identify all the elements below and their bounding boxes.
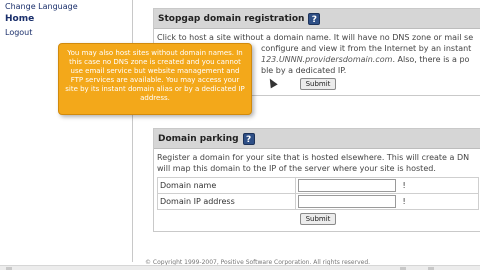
status-strip bbox=[0, 265, 480, 270]
stopgap-text-line1: Click to host a site without a domain na… bbox=[157, 33, 474, 42]
footer: © Copyright 1999-2007, Positive Software… bbox=[0, 258, 480, 270]
sidebar-item-change-language[interactable]: Change Language bbox=[0, 0, 132, 13]
stopgap-url: 123.UNNN.providersdomain.com bbox=[261, 55, 393, 64]
help-icon[interactable]: ? bbox=[242, 132, 255, 145]
parking-submit-row: Submit bbox=[157, 213, 479, 225]
parking-panel: Domain parking ? Register a domain for y… bbox=[153, 128, 480, 232]
required-mark: ! bbox=[402, 181, 406, 190]
stopgap-title: Stopgap domain registration bbox=[158, 13, 305, 24]
domain-ip-cell: ! bbox=[295, 193, 479, 210]
domain-ip-label: Domain IP address bbox=[157, 193, 296, 210]
main-content: Stopgap domain registration ? Click to h… bbox=[134, 0, 480, 258]
sidebar-item-logout[interactable]: Logout bbox=[0, 26, 132, 39]
domain-name-label: Domain name bbox=[157, 177, 296, 194]
parking-form: Domain name ! Domain IP address ! bbox=[157, 177, 479, 210]
stopgap-submit-button[interactable]: Submit bbox=[299, 78, 337, 90]
domain-name-cell: ! bbox=[295, 177, 479, 194]
stopgap-header: Stopgap domain registration ? bbox=[154, 9, 480, 29]
parking-submit-button[interactable]: Submit bbox=[299, 213, 337, 225]
parking-title: Domain parking bbox=[158, 133, 239, 144]
parking-description: Register a domain for your site that is … bbox=[157, 153, 470, 173]
form-row-domain-name: Domain name ! bbox=[157, 177, 479, 194]
domain-name-input[interactable] bbox=[298, 179, 396, 192]
help-tooltip: You may also host sites without domain n… bbox=[58, 43, 252, 115]
parking-body: Register a domain for your site that is … bbox=[154, 149, 480, 225]
required-mark: ! bbox=[402, 197, 406, 206]
sidebar: Change Language Home Logout bbox=[0, 0, 133, 262]
help-icon[interactable]: ? bbox=[308, 12, 321, 25]
form-row-domain-ip: Domain IP address ! bbox=[157, 193, 479, 210]
stopgap-text-line3-tail: . Also, there is a po bbox=[392, 55, 470, 64]
parking-header: Domain parking ? bbox=[154, 129, 480, 149]
domain-ip-input[interactable] bbox=[298, 195, 396, 208]
sidebar-item-home[interactable]: Home bbox=[0, 13, 132, 26]
